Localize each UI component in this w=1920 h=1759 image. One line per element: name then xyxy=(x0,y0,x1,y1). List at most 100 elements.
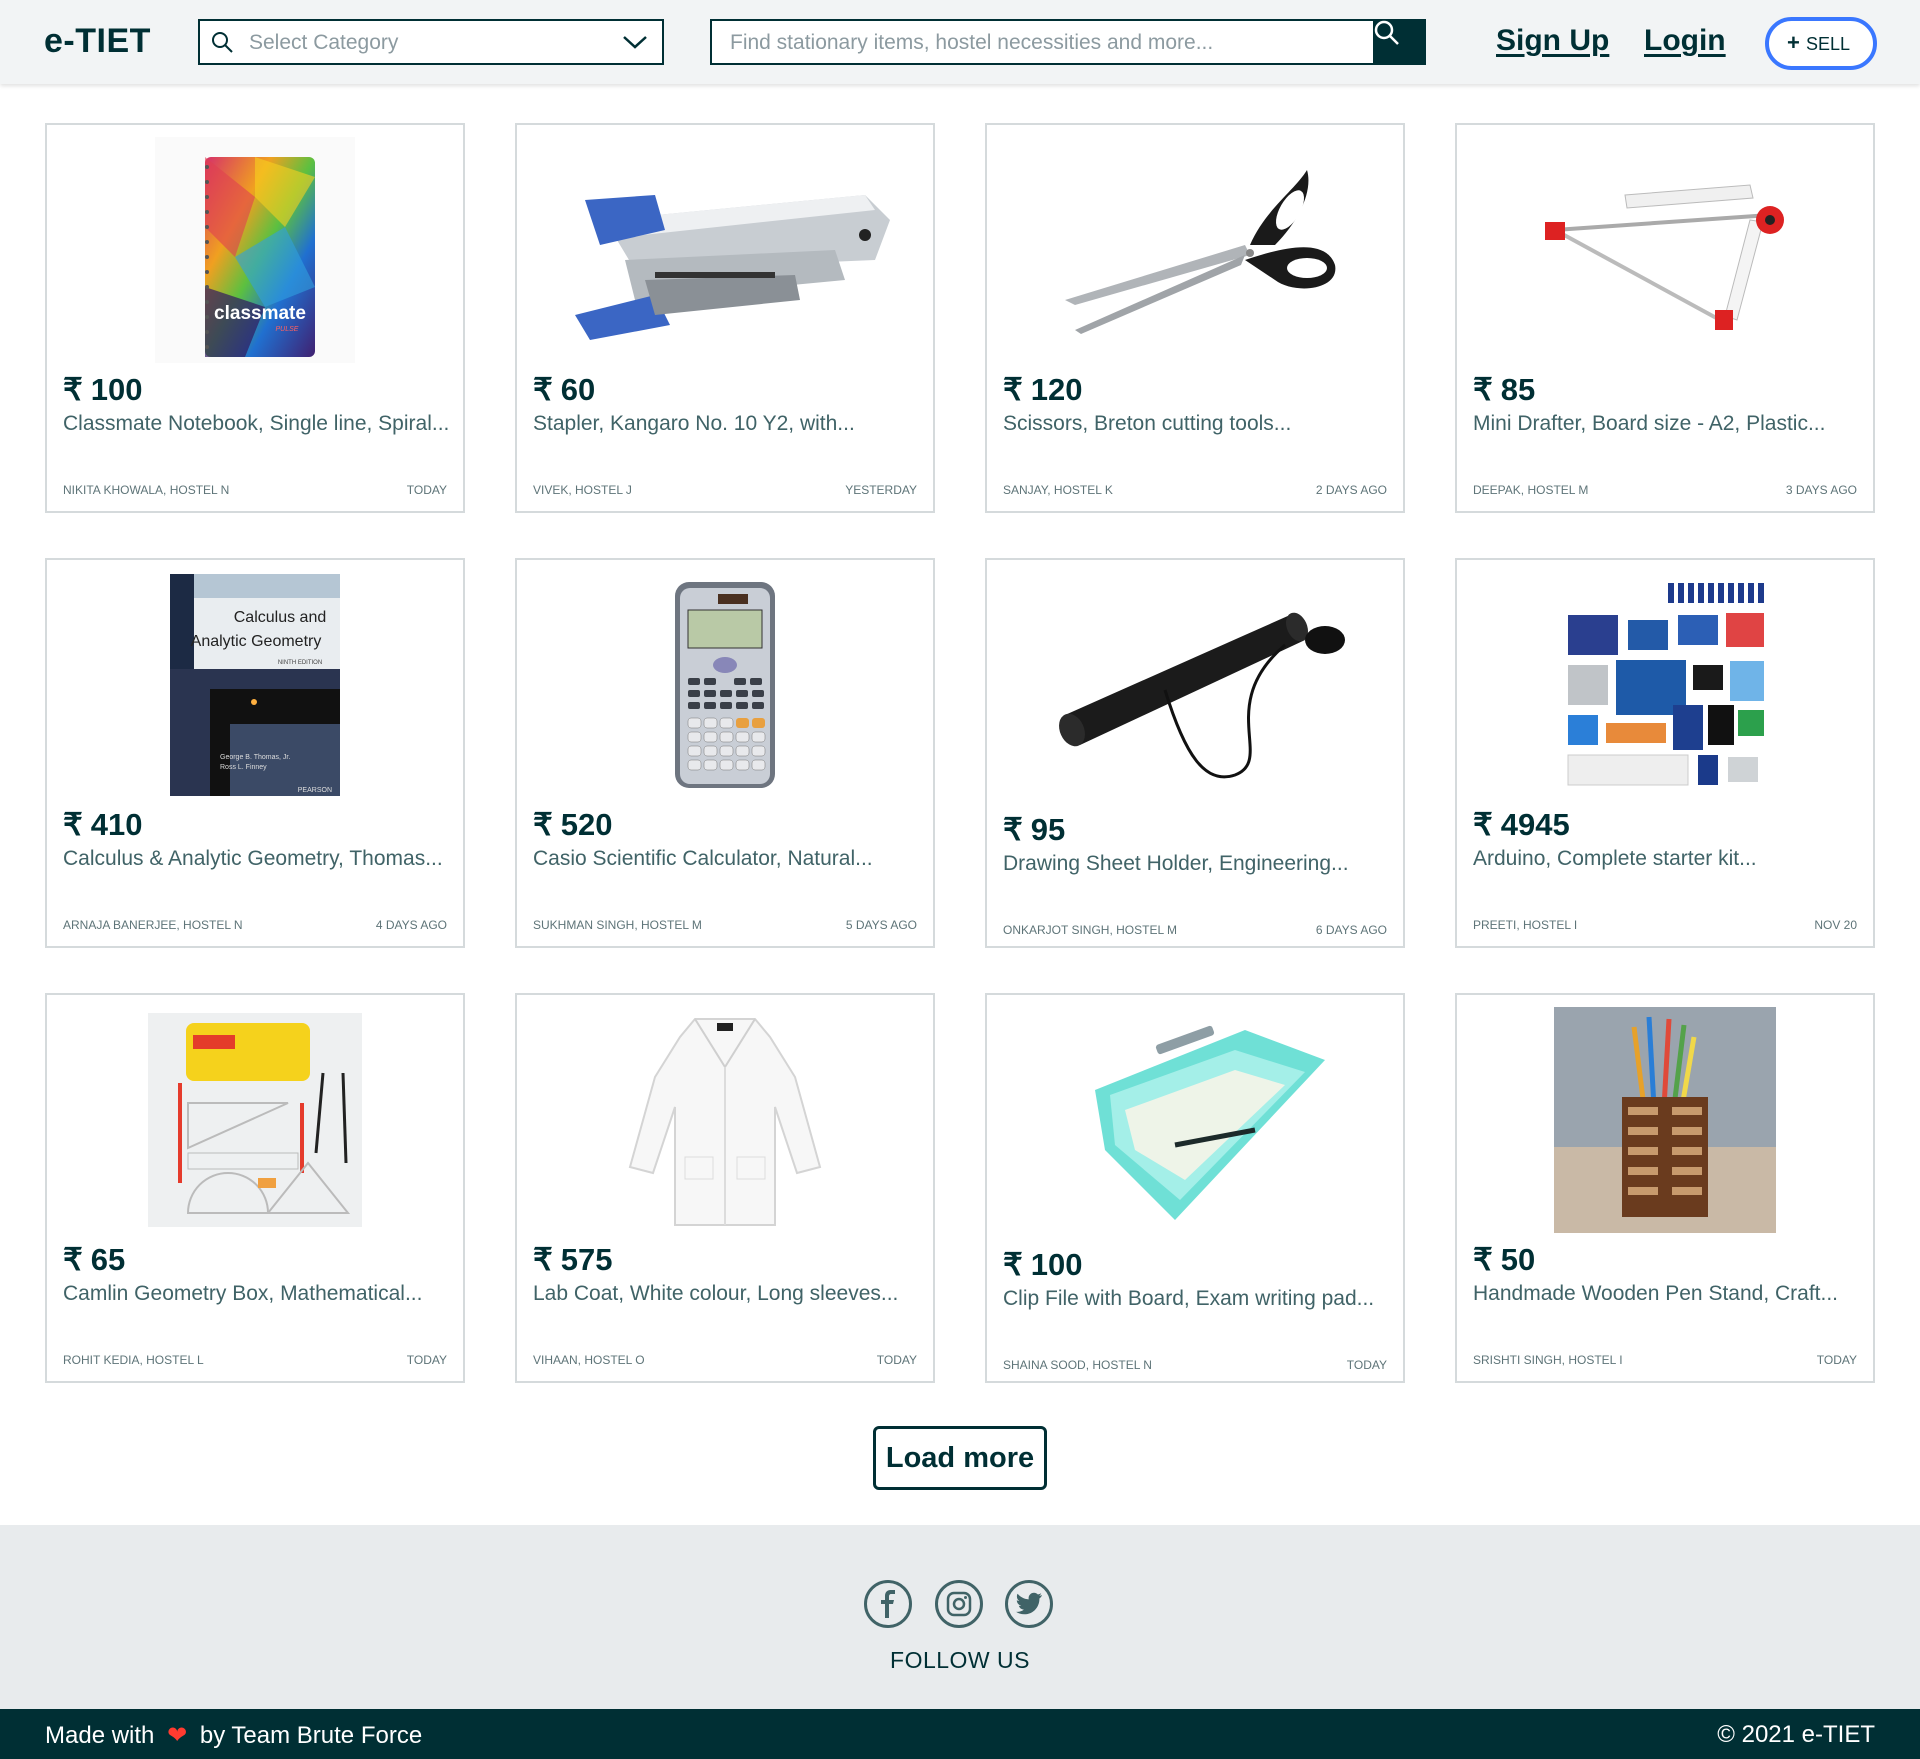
product-seller: SRISHTI SINGH, HOSTEL I xyxy=(1473,1353,1623,1367)
product-title[interactable]: Handmade Wooden Pen Stand, Craft... xyxy=(1473,1282,1838,1306)
product-date: TODAY xyxy=(1346,1358,1387,1372)
product-date: 2 DAYS AGO xyxy=(1315,483,1387,497)
sell-button[interactable]: + SELL xyxy=(1765,17,1877,70)
product-seller: ARNAJA BANERJEE, HOSTEL N xyxy=(63,918,243,932)
facebook-icon[interactable] xyxy=(864,1580,912,1628)
product-card[interactable]: ₹50 Handmade Wooden Pen Stand, Craft... … xyxy=(1455,993,1875,1383)
search-input[interactable]: Find stationary items, hostel necessitie… xyxy=(710,19,1377,65)
product-date: 5 DAYS AGO xyxy=(845,918,917,932)
instagram-icon[interactable] xyxy=(935,1580,983,1628)
product-price: ₹100 xyxy=(63,372,143,407)
rupee-symbol: ₹ xyxy=(533,372,553,407)
product-price: ₹50 xyxy=(1473,1242,1536,1277)
category-placeholder: Select Category xyxy=(249,31,399,54)
rupee-symbol: ₹ xyxy=(63,372,83,407)
product-price: ₹65 xyxy=(63,1242,126,1277)
geometry-box-image xyxy=(47,1007,463,1233)
product-card[interactable]: ₹65 Camlin Geometry Box, Mathematical...… xyxy=(45,993,465,1383)
book-title-line1: Calculus and xyxy=(234,609,327,626)
scissors-image xyxy=(987,137,1403,363)
product-seller: PREETI, HOSTEL I xyxy=(1473,918,1578,932)
category-select[interactable]: Select Category xyxy=(198,19,664,65)
chevron-down-icon[interactable] xyxy=(622,34,648,55)
notebook-brand: classmate xyxy=(214,303,306,324)
product-title[interactable]: Stapler, Kangaro No. 10 Y2, with... xyxy=(533,412,855,436)
product-title[interactable]: Mini Drafter, Board size - A2, Plastic..… xyxy=(1473,412,1825,436)
calculator-image xyxy=(517,572,933,798)
notebook-image: classmate PULSE xyxy=(47,137,463,363)
product-title[interactable]: Arduino, Complete starter kit... xyxy=(1473,847,1757,871)
pen-stand-image xyxy=(1457,1007,1873,1233)
clip-file-image xyxy=(987,1007,1403,1233)
product-card[interactable]: ₹120 Scissors, Breton cutting tools... S… xyxy=(985,123,1405,513)
product-price: ₹95 xyxy=(1003,812,1066,847)
product-card[interactable]: ₹100 Clip File with Board, Exam writing … xyxy=(985,993,1405,1383)
product-seller: SANJAY, HOSTEL K xyxy=(1003,483,1113,497)
rupee-symbol: ₹ xyxy=(1003,1247,1023,1282)
search-icon xyxy=(210,30,234,59)
site-logo[interactable]: e-TIET xyxy=(44,22,151,61)
signup-link[interactable]: Sign Up xyxy=(1496,24,1609,58)
bottom-bar: Made with ❤ by Team Brute Force © 2021 e… xyxy=(0,1709,1920,1759)
rupee-symbol: ₹ xyxy=(63,1242,83,1277)
product-title[interactable]: Calculus & Analytic Geometry, Thomas... xyxy=(63,847,443,871)
product-price: ₹60 xyxy=(533,372,596,407)
product-seller: VIHAAN, HOSTEL O xyxy=(533,1353,645,1367)
product-seller: SHAINA SOOD, HOSTEL N xyxy=(1003,1358,1152,1372)
product-card[interactable]: ₹95 Drawing Sheet Holder, Engineering...… xyxy=(985,558,1405,948)
product-card[interactable]: Calculus and Analytic Geometry NINTH EDI… xyxy=(45,558,465,948)
notebook-sub: PULSE xyxy=(276,326,299,333)
product-date: 4 DAYS AGO xyxy=(375,918,447,932)
team-text: by Team Brute Force xyxy=(199,1722,423,1749)
rupee-symbol: ₹ xyxy=(1473,1242,1493,1277)
product-date: 6 DAYS AGO xyxy=(1315,923,1387,937)
arduino-kit-image xyxy=(1457,572,1873,798)
product-seller: ROHIT KEDIA, HOSTEL L xyxy=(63,1353,204,1367)
search-button[interactable] xyxy=(1373,19,1426,65)
product-title[interactable]: Drawing Sheet Holder, Engineering... xyxy=(1003,852,1349,876)
login-link[interactable]: Login xyxy=(1644,24,1726,58)
load-more-button[interactable]: Load more xyxy=(873,1426,1047,1490)
search-placeholder: Find stationary items, hostel necessitie… xyxy=(730,31,1214,54)
product-price: ₹575 xyxy=(533,1242,613,1277)
follow-us-label: FOLLOW US xyxy=(890,1647,1030,1673)
copyright: © 2021 e-TIET xyxy=(1717,1721,1875,1748)
product-card[interactable]: ₹85 Mini Drafter, Board size - A2, Plast… xyxy=(1455,123,1875,513)
sheet-holder-image xyxy=(987,572,1403,798)
product-card[interactable]: classmate PULSE ₹100 Classmate Notebook,… xyxy=(45,123,465,513)
product-title[interactable]: Scissors, Breton cutting tools... xyxy=(1003,412,1291,436)
product-title[interactable]: Classmate Notebook, Single line, Spiral.… xyxy=(63,412,449,436)
product-card[interactable]: ₹520 Casio Scientific Calculator, Natura… xyxy=(515,558,935,948)
made-with-text: Made with xyxy=(45,1722,155,1749)
product-card[interactable]: ₹4945 Arduino, Complete starter kit... P… xyxy=(1455,558,1875,948)
product-price: ₹120 xyxy=(1003,372,1083,407)
product-title[interactable]: Lab Coat, White colour, Long sleeves... xyxy=(533,1282,898,1306)
product-price: ₹85 xyxy=(1473,372,1536,407)
product-date: 3 DAYS AGO xyxy=(1785,483,1857,497)
product-title[interactable]: Clip File with Board, Exam writing pad..… xyxy=(1003,1287,1374,1311)
product-seller: NIKITA KHOWALA, HOSTEL N xyxy=(63,483,230,497)
product-price: ₹410 xyxy=(63,807,143,842)
product-seller: SUKHMAN SINGH, HOSTEL M xyxy=(533,918,702,932)
top-header: e-TIET Select Category Find stationary i… xyxy=(0,0,1920,84)
stapler-image xyxy=(517,137,933,363)
rupee-symbol: ₹ xyxy=(1473,372,1493,407)
book-author-2: Ross L. Finney xyxy=(220,764,267,771)
product-title[interactable]: Camlin Geometry Box, Mathematical... xyxy=(63,1282,422,1306)
book-author-1: George B. Thomas, Jr. xyxy=(220,754,290,761)
product-card[interactable]: ₹60 Stapler, Kangaro No. 10 Y2, with... … xyxy=(515,123,935,513)
rupee-symbol: ₹ xyxy=(533,807,553,842)
book-edition: NINTH EDITION xyxy=(278,660,322,666)
book-publisher: PEARSON xyxy=(298,787,332,794)
product-seller: VIVEK, HOSTEL J xyxy=(533,483,632,497)
lab-coat-image xyxy=(517,1007,933,1233)
product-card[interactable]: ₹575 Lab Coat, White colour, Long sleeve… xyxy=(515,993,935,1383)
product-date: TODAY xyxy=(1816,1353,1857,1367)
product-seller: ONKARJOT SINGH, HOSTEL M xyxy=(1003,923,1178,937)
product-title[interactable]: Casio Scientific Calculator, Natural... xyxy=(533,847,873,871)
rupee-symbol: ₹ xyxy=(533,1242,553,1277)
product-price: ₹4945 xyxy=(1473,807,1570,842)
twitter-icon[interactable] xyxy=(1005,1580,1053,1628)
rupee-symbol: ₹ xyxy=(1003,812,1023,847)
product-price: ₹520 xyxy=(533,807,613,842)
